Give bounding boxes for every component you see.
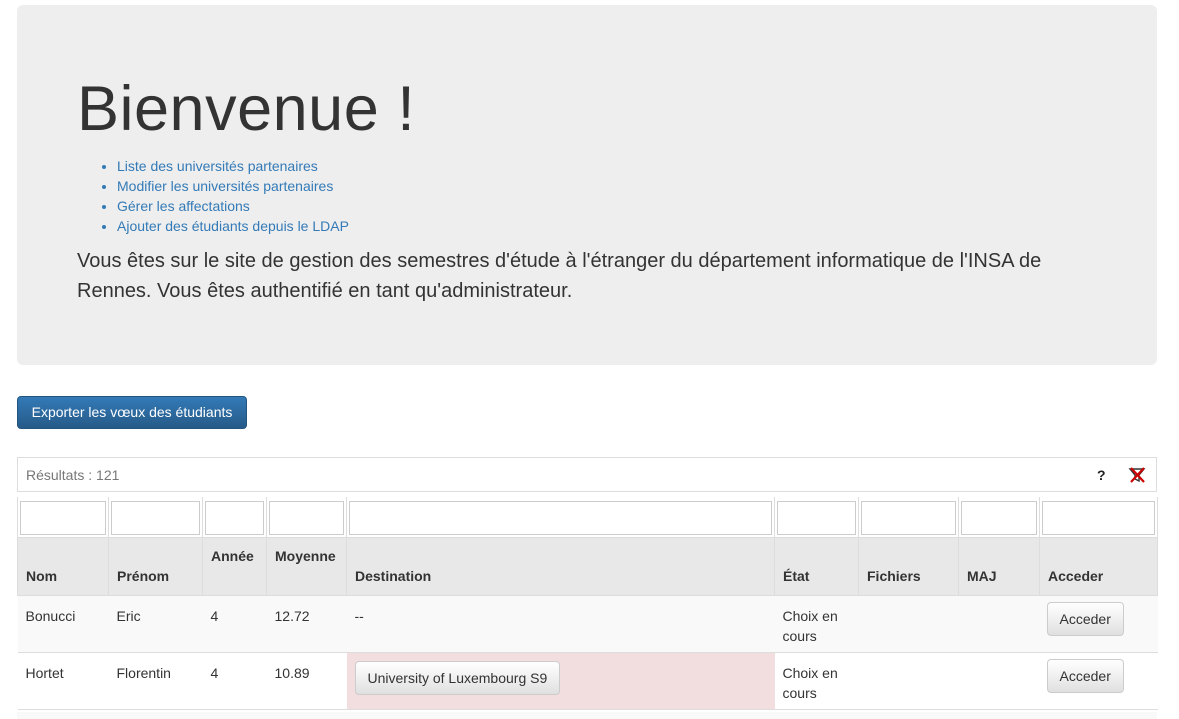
link-item-partner-list: Liste des universités partenaires — [117, 156, 349, 176]
add-students-ldap-link[interactable]: Ajouter des étudiants depuis le LDAP — [117, 218, 349, 234]
filter-destination-input[interactable] — [349, 501, 772, 535]
help-icon[interactable]: ? — [1097, 467, 1106, 483]
manage-assignments-link[interactable]: Gérer les affectations — [117, 198, 250, 214]
cell-destination: -- — [346, 595, 775, 653]
students-table: Nom Prénom Année Moyenne Destination Éta… — [17, 497, 1158, 710]
destination-button[interactable]: University of Luxembourg S9 — [354, 661, 561, 695]
header-row: Nom Prénom Année Moyenne Destination Éta… — [17, 537, 1158, 596]
filter-cell-prenom — [108, 497, 203, 538]
column-header-maj[interactable]: MAJ — [958, 537, 1040, 596]
filter-nom-input[interactable] — [20, 501, 106, 535]
acceder-button[interactable]: Acceder — [1046, 659, 1124, 693]
filter-cell-acceder — [1039, 497, 1158, 538]
cell-maj — [958, 652, 1040, 710]
filter-cell-etat — [774, 497, 859, 538]
filter-cell-nom — [17, 497, 109, 538]
partner-universities-link[interactable]: Liste des universités partenaires — [117, 158, 318, 174]
link-item-assignments: Gérer les affectations — [117, 196, 349, 216]
cell-nom: Hortet — [17, 652, 109, 710]
cell-fichiers — [858, 652, 959, 710]
cell-acceder: Acceder — [1039, 595, 1158, 653]
filter-annee-input[interactable] — [205, 501, 264, 535]
cell-moyenne: 10.89 — [266, 652, 347, 710]
table-row: Bonucci Eric 4 12.72 -- Choix en cours A… — [17, 595, 1158, 653]
filter-prenom-input[interactable] — [111, 501, 200, 535]
filter-fichiers-input[interactable] — [861, 501, 956, 535]
cell-destination: University of Luxembourg S9 — [346, 652, 775, 710]
students-grid: Nom Prénom Année Moyenne Destination Éta… — [17, 497, 1158, 710]
column-header-annee[interactable]: Année — [202, 537, 267, 596]
export-wishes-button[interactable]: Exporter les vœux des étudiants — [17, 396, 247, 429]
cell-nom: Bonucci — [17, 595, 109, 653]
column-header-acceder[interactable]: Acceder — [1039, 537, 1158, 596]
admin-links-list: Liste des universités partenaires Modifi… — [117, 156, 349, 236]
link-item-edit-partners: Modifier les universités partenaires — [117, 176, 349, 196]
filter-cell-maj — [958, 497, 1040, 538]
cell-fichiers — [858, 595, 959, 653]
page-title: Bienvenue ! — [77, 74, 416, 144]
column-header-fichiers[interactable]: Fichiers — [858, 537, 959, 596]
column-header-etat[interactable]: État — [774, 537, 859, 596]
column-header-prenom[interactable]: Prénom — [108, 537, 203, 596]
filter-acceder-input[interactable] — [1042, 501, 1155, 535]
column-header-nom[interactable]: Nom — [17, 537, 109, 596]
filter-maj-input[interactable] — [961, 501, 1037, 535]
cell-maj — [958, 595, 1040, 653]
filter-etat-input[interactable] — [777, 501, 856, 535]
column-header-destination[interactable]: Destination — [346, 537, 775, 596]
filter-cell-annee — [202, 497, 267, 538]
cell-annee: 4 — [202, 652, 267, 710]
filter-cell-moyenne — [266, 497, 347, 538]
filter-row — [17, 497, 1158, 538]
next-row-partial — [17, 712, 1157, 719]
results-count: Résultats : 121 — [26, 467, 120, 483]
link-item-ldap: Ajouter des étudiants depuis le LDAP — [117, 216, 349, 236]
cell-moyenne: 12.72 — [266, 595, 347, 653]
cell-annee: 4 — [202, 595, 267, 653]
cell-prenom: Florentin — [108, 652, 203, 710]
acceder-button[interactable]: Acceder — [1046, 602, 1124, 636]
filter-moyenne-input[interactable] — [269, 501, 344, 535]
cell-acceder: Acceder — [1039, 652, 1158, 710]
column-header-moyenne[interactable]: Moyenne — [266, 537, 347, 596]
clear-filters-icon[interactable] — [1128, 466, 1146, 484]
cell-etat: Choix en cours — [774, 652, 859, 710]
intro-text: Vous êtes sur le site de gestion des sem… — [77, 250, 1042, 302]
filter-cell-fichiers — [858, 497, 959, 538]
edit-partner-universities-link[interactable]: Modifier les universités partenaires — [117, 178, 333, 194]
cell-prenom: Eric — [108, 595, 203, 653]
filter-cell-destination — [346, 497, 775, 538]
table-row: Hortet Florentin 4 10.89 University of L… — [17, 652, 1158, 710]
results-toolbar: Résultats : 121 ? — [17, 457, 1157, 492]
welcome-jumbotron: Bienvenue ! Liste des universités parten… — [17, 5, 1157, 365]
cell-etat: Choix en cours — [774, 595, 859, 653]
